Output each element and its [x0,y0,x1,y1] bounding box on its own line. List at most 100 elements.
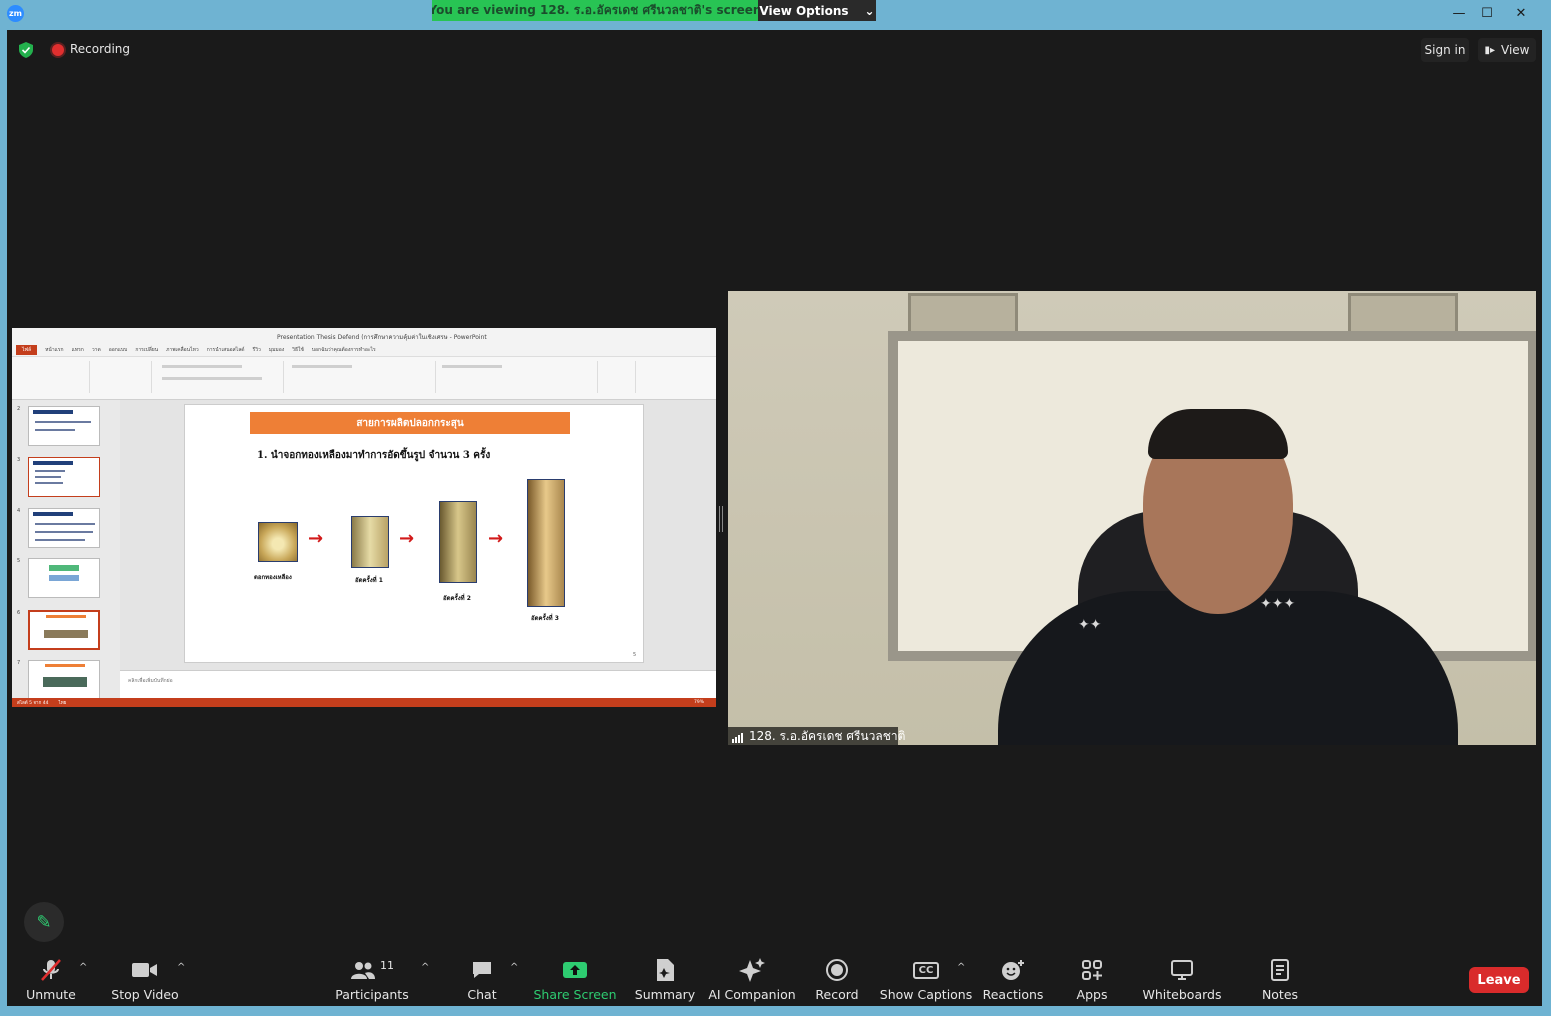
slide-thumbnail[interactable] [28,457,100,497]
current-slide[interactable]: สายการผลิตปลอกกระสุน 1. นำจอกทองเหลืองมา… [184,404,644,663]
ribbon-tab-view[interactable]: มุมมอง [269,346,284,354]
notes-label: Notes [1261,987,1299,1002]
ribbon-group-clipboard[interactable] [16,361,90,393]
brass-cup-label: ดอกทองเหลือง [254,574,292,581]
shared-screen[interactable]: Presentation Thesis Defend (การศึกษาความ… [12,328,716,707]
leave-button[interactable]: Leave [1469,967,1529,993]
notes-pane[interactable]: คลิกเพื่อเพิ่มบันทึกย่อ [120,670,716,698]
arrow-right-icon: → [399,528,415,549]
sparkle-icon [739,958,765,982]
notes-button[interactable]: Notes [1258,958,1302,1004]
captions-options-caret-icon[interactable]: ^ [957,962,965,973]
audio-options-caret-icon[interactable]: ^ [79,962,87,973]
slide-number: 5 [633,652,637,658]
participants-label: Participants [335,987,409,1002]
view-options-button[interactable]: View Options ⌄ [758,0,876,21]
chat-button[interactable]: Chat [464,958,500,1004]
font-format-row [162,377,262,380]
maximize-button[interactable]: ☐ [1472,2,1502,24]
ribbon-tab-home[interactable]: หน้าแรก [45,346,63,354]
ribbon-group-slides[interactable] [92,361,152,393]
draw-3-label: อัดครั้งที่ 3 [531,615,559,622]
whiteboards-label: Whiteboards [1142,987,1222,1002]
reactions-label: Reactions [982,987,1044,1002]
chat-bubble-icon [471,958,493,982]
thumb-number: 4 [17,508,21,514]
ribbon-group-addins[interactable] [638,361,668,393]
ribbon-tab-review[interactable]: รีวิว [253,346,261,354]
video-person-body [998,591,1458,745]
rank-insignia-icon: ✦✦✦ [1260,596,1296,612]
slide-thumbnail[interactable] [28,660,100,700]
participants-button[interactable]: 11 Participants [335,958,409,1004]
record-button[interactable]: Record [813,958,861,1004]
record-icon [826,958,848,982]
participant-video-tile[interactable]: ✦✦ ✦✦✦ [728,291,1536,745]
slide-thumbnail[interactable] [28,508,100,548]
thumb-number: 3 [17,457,21,463]
ribbon-tab-insert[interactable]: แทรก [72,346,84,354]
reactions-button[interactable]: Reactions [982,958,1044,1004]
brass-cup-image [258,522,298,562]
ribbon-tab-transitions[interactable]: การเปลี่ยน [135,346,158,354]
show-captions-button[interactable]: CC Show Captions [880,958,972,1004]
bullets-row [292,365,352,368]
rank-insignia-icon: ✦✦ [1078,617,1102,633]
draw-2-label: อัดครั้งที่ 2 [443,595,471,602]
ribbon-tab-file[interactable]: ไฟล์ [16,345,38,355]
thumb-number: 7 [17,660,21,666]
arrow-right-icon: → [488,528,504,549]
leave-label: Leave [1477,972,1521,988]
sign-in-button[interactable]: Sign in [1421,38,1469,62]
share-screen-label: Share Screen [533,987,617,1002]
shapes-gallery[interactable] [442,365,502,368]
annotate-pencil-button[interactable]: ✎ [24,902,64,942]
participants-options-caret-icon[interactable]: ^ [421,962,429,973]
ai-companion-button[interactable]: AI Companion [708,958,796,1004]
share-screen-button[interactable]: Share Screen [533,958,617,1004]
thumb-number: 5 [17,558,21,564]
ribbon-tab-animations[interactable]: ภาพเคลื่อนไหว [166,346,199,354]
chat-options-caret-icon[interactable]: ^ [510,962,518,973]
whiteboards-button[interactable]: Whiteboards [1142,958,1222,1004]
zoom-logo-icon: zm [7,5,24,22]
unmute-label: Unmute [26,987,76,1002]
participants-icon: 11 [350,958,394,982]
video-options-caret-icon[interactable]: ^ [177,962,185,973]
close-button[interactable]: ✕ [1506,2,1536,24]
ribbon-tell-me[interactable]: บอกฉันว่าคุณต้องการทำอะไร [312,346,376,354]
minimize-button[interactable]: — [1444,2,1474,24]
ai-companion-label: AI Companion [708,987,796,1002]
share-screen-icon [562,958,588,982]
font-name-box[interactable] [162,365,242,368]
split-divider-handle[interactable] [719,506,723,532]
summary-label: Summary [634,987,696,1002]
slide-thumbnail[interactable] [28,558,100,598]
apps-button[interactable]: Apps [1070,958,1114,1004]
view-button[interactable]: ▮▸ View [1478,38,1536,62]
slide-thumbnail[interactable] [28,406,100,446]
zoom-level[interactable]: 79% [694,700,704,705]
summary-button[interactable]: Summary [634,958,696,1004]
draw-1-label: อัดครั้งที่ 1 [355,577,383,584]
ribbon-tab-help[interactable]: วิธีใช้ [292,346,304,354]
recording-label[interactable]: Recording [70,42,130,56]
stop-video-label: Stop Video [111,987,179,1002]
apps-grid-icon [1081,958,1103,982]
ribbon-tab-draw[interactable]: วาด [92,346,101,354]
ribbon-tab-design[interactable]: ออกแบบ [109,346,128,354]
maximize-icon: ☐ [1481,5,1493,21]
ribbon-group-editing[interactable] [600,361,636,393]
unmute-button[interactable]: Unmute [22,958,80,1004]
video-camera-icon [132,958,158,982]
closed-captions-icon: CC [912,958,940,982]
zoom-logo-text: zm [9,9,22,18]
slide-thumbnail-selected[interactable] [28,610,100,650]
thumb-number: 6 [17,610,21,616]
stop-video-button[interactable]: Stop Video [110,958,180,1004]
apps-label: Apps [1076,987,1108,1002]
thumb-number: 2 [17,406,21,412]
shield-icon[interactable] [19,42,33,58]
ribbon-tab-slideshow[interactable]: การนำเสนอสไลด์ [207,346,245,354]
language-status[interactable]: ไทย [58,699,66,706]
